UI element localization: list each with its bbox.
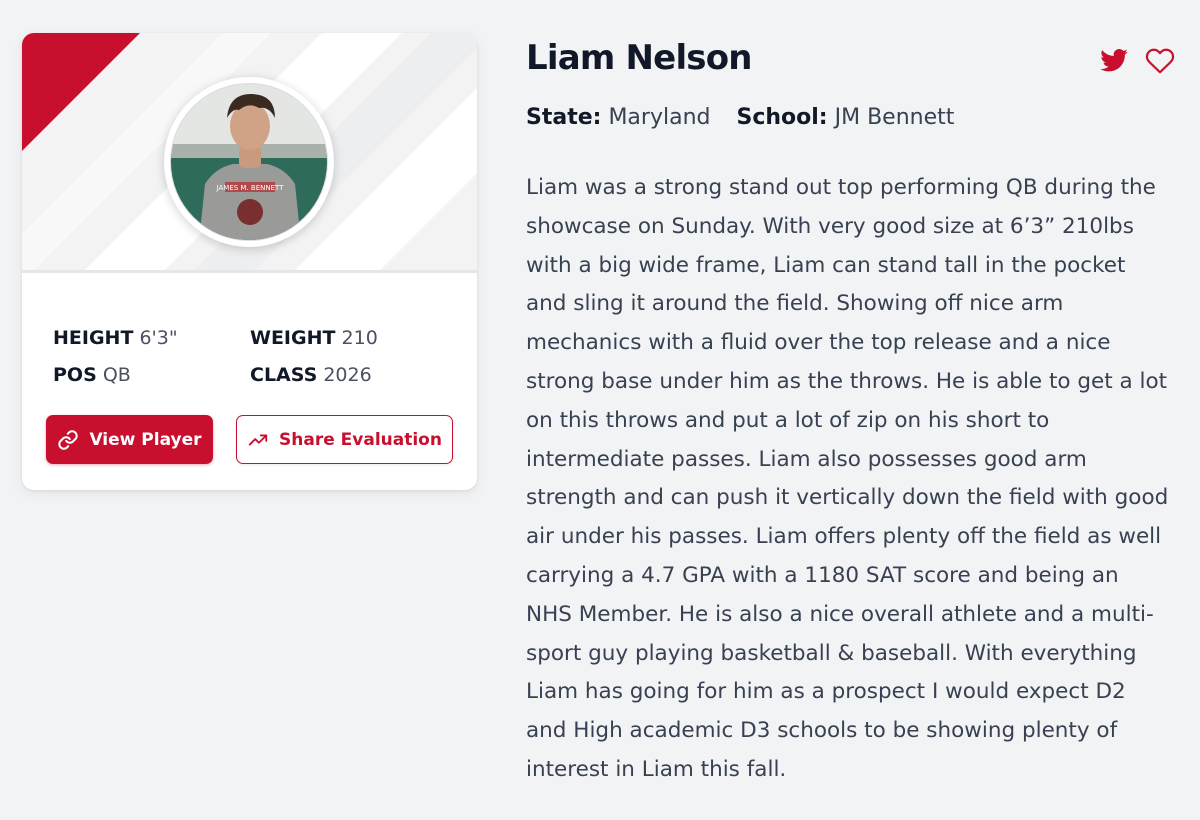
stat-value: 210 xyxy=(341,327,378,349)
stat-label: CLASS xyxy=(250,364,318,386)
stat-value: 2026 xyxy=(323,364,372,386)
photo-shirt-text: JAMES M. BENNETT xyxy=(216,184,285,192)
trending-up-icon xyxy=(247,429,269,451)
player-stats: HEIGHT 6'3" WEIGHT 210 POS QB CLASS 2026 xyxy=(53,326,450,388)
state-label: State: xyxy=(526,105,602,130)
school-label: School: xyxy=(736,105,828,130)
state-value: Maryland xyxy=(608,105,711,130)
stat-position: POS QB xyxy=(53,363,250,388)
link-icon xyxy=(57,429,79,451)
share-evaluation-button[interactable]: Share Evaluation xyxy=(236,415,453,464)
stat-class: CLASS 2026 xyxy=(250,363,450,388)
stat-weight: WEIGHT 210 xyxy=(250,326,450,351)
stat-label: POS xyxy=(53,364,97,386)
stat-value: 6'3" xyxy=(139,327,178,349)
twitter-icon[interactable] xyxy=(1098,46,1130,76)
share-evaluation-label: Share Evaluation xyxy=(279,429,442,450)
evaluation-page: JAMES M. BENNETT HEIGHT 6'3" WEIGHT 210 … xyxy=(0,0,1200,820)
stat-label: WEIGHT xyxy=(250,327,336,349)
stat-label: HEIGHT xyxy=(53,327,134,349)
view-player-label: View Player xyxy=(89,429,202,450)
player-name: Liam Nelson xyxy=(526,38,753,78)
heart-icon[interactable] xyxy=(1144,46,1176,76)
player-photo: JAMES M. BENNETT xyxy=(170,83,328,241)
stat-height: HEIGHT 6'3" xyxy=(53,326,250,351)
stat-value: QB xyxy=(102,364,131,386)
evaluation-text: Liam was a strong stand out top performi… xyxy=(526,175,1169,782)
action-icons xyxy=(1098,46,1176,76)
player-avatar: JAMES M. BENNETT xyxy=(164,77,334,247)
view-player-button[interactable]: View Player xyxy=(46,415,213,464)
school-value: JM Bennett xyxy=(834,105,955,130)
card-banner: JAMES M. BENNETT xyxy=(22,33,477,273)
player-details: State: Maryland School: JM Bennett xyxy=(526,105,954,130)
player-card: JAMES M. BENNETT HEIGHT 6'3" WEIGHT 210 … xyxy=(22,33,477,490)
